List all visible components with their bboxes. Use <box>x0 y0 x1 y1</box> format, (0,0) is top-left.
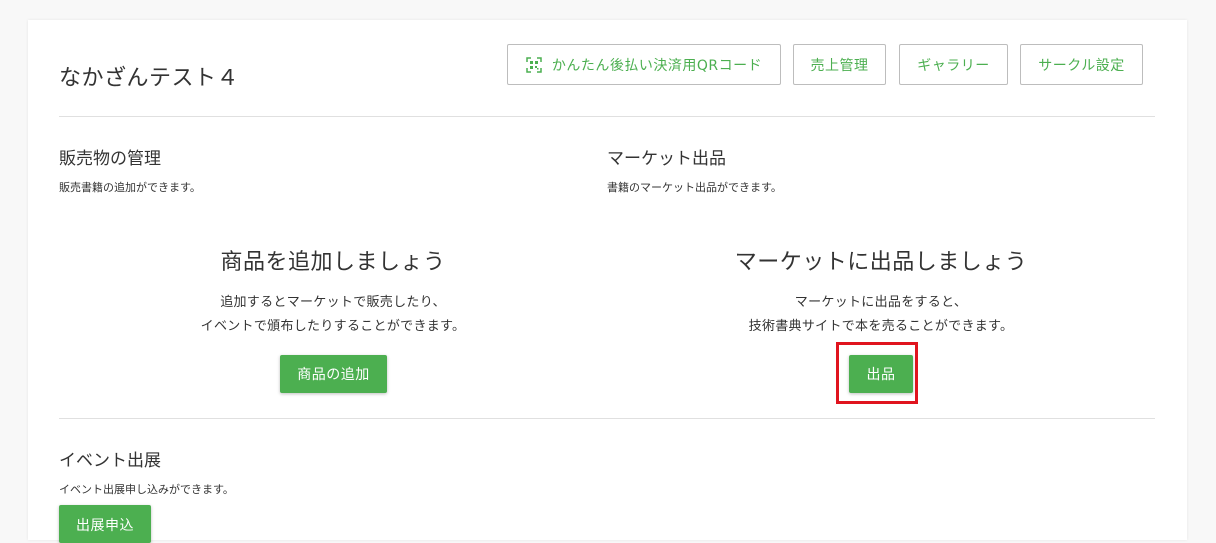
gallery-button[interactable]: ギャラリー <box>899 44 1008 85</box>
market-section-title: マーケット出品 <box>607 149 726 169</box>
add-product-button[interactable]: 商品の追加 <box>280 355 387 393</box>
market-cta-title: マーケットに出品しましょう <box>734 250 1028 275</box>
qr-payment-label: かんたん後払い決済用QRコード <box>551 57 763 74</box>
circle-name: なかざんテスト４ <box>59 66 240 91</box>
market-section-desc: 書籍のマーケット出品ができます。 <box>607 181 782 194</box>
products-section-title: 販売物の管理 <box>59 149 161 169</box>
highlight-box <box>836 342 918 404</box>
event-section-title: イベント出展 <box>59 451 161 471</box>
circle-settings-button[interactable]: サークル設定 <box>1020 44 1143 85</box>
sales-management-button[interactable]: 売上管理 <box>793 44 886 85</box>
market-cta-line1: マーケットに出品をすると、 <box>794 295 968 310</box>
event-apply-button[interactable]: 出展申込 <box>59 505 151 543</box>
products-cta-line1: 追加するとマーケットで販売したり、 <box>220 295 446 310</box>
products-cta-title: 商品を追加しましょう <box>220 250 446 275</box>
products-cta-line2: イベントで頒布したりすることができます。 <box>200 319 466 334</box>
event-section-desc: イベント出展申し込みができます。 <box>59 483 234 496</box>
divider <box>59 116 1155 117</box>
products-section-desc: 販売書籍の追加ができます。 <box>59 181 201 194</box>
divider <box>59 418 1155 419</box>
market-cta-desc: マーケットに出品をすると、 技術書典サイトで本を売ることができます。 <box>607 291 1155 339</box>
products-cta-desc: 追加するとマーケットで販売したり、 イベントで頒布したりすることができます。 <box>59 291 607 339</box>
market-cta-line2: 技術書典サイトで本を売ることができます。 <box>748 319 1014 334</box>
qr-code-icon <box>526 56 542 73</box>
circle-card: なかざんテスト４ かんたん後払い決済用QRコード 売上管理 ギャラリー サークル… <box>28 20 1187 543</box>
qr-payment-button[interactable]: かんたん後払い決済用QRコード <box>507 44 781 85</box>
